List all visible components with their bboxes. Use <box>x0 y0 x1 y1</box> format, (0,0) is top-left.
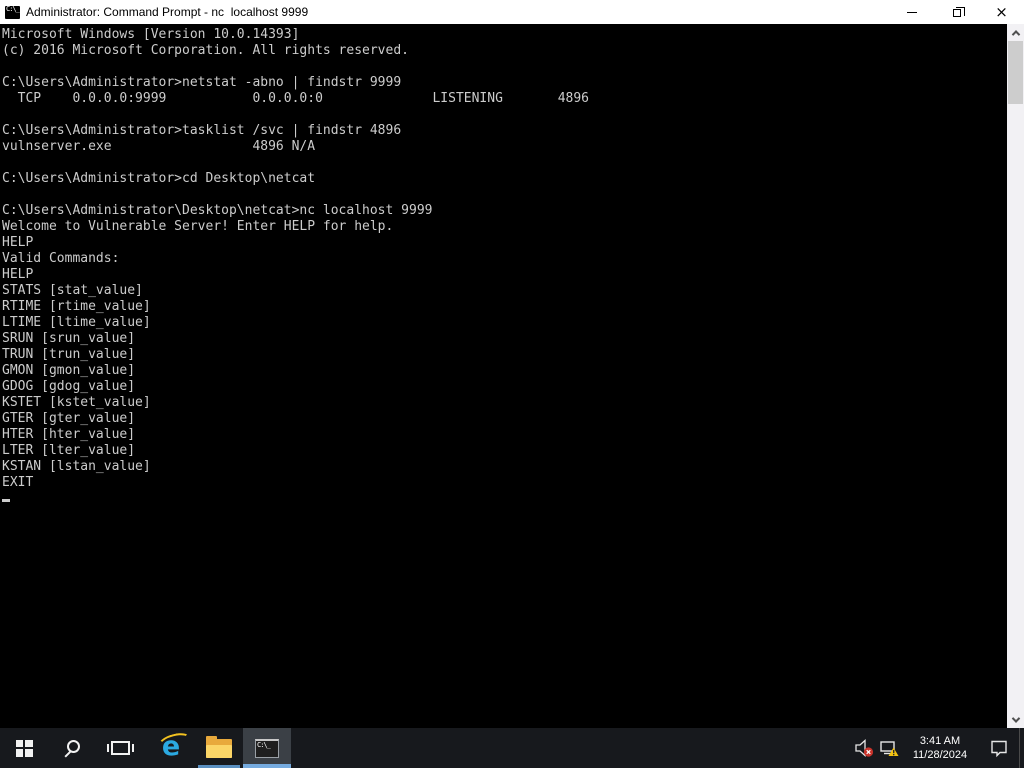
search-button[interactable] <box>48 728 96 768</box>
terminal-line <box>2 155 1007 171</box>
window-titlebar: C:\_ Administrator: Command Prompt - nc … <box>0 0 1024 24</box>
terminal-line: LTIME [ltime_value] <box>2 315 1007 331</box>
system-tray: 3:41 AM 11/28/2024 <box>851 728 1024 768</box>
window-controls: × <box>889 0 1024 24</box>
terminal-line: EXIT <box>2 475 1007 491</box>
vertical-scrollbar[interactable] <box>1007 24 1024 728</box>
terminal-cursor <box>2 499 10 502</box>
terminal-line: HELP <box>2 235 1007 251</box>
terminal-line: KSTET [kstet_value] <box>2 395 1007 411</box>
minimize-button[interactable] <box>889 0 934 24</box>
terminal-line: KSTAN [lstan_value] <box>2 459 1007 475</box>
volume-button[interactable] <box>851 728 876 768</box>
taskbar: e C:\_ 3:41 AM 11/28/2024 <box>0 728 1024 768</box>
terminal-line <box>2 59 1007 75</box>
terminal-cursor-line <box>2 491 1007 507</box>
terminal-line: Valid Commands: <box>2 251 1007 267</box>
close-icon: × <box>995 5 1008 20</box>
chevron-down-icon <box>1011 714 1019 722</box>
terminal-line <box>2 107 1007 123</box>
window-title: Administrator: Command Prompt - nc local… <box>26 5 889 19</box>
command-prompt-icon: C:\_ <box>255 739 279 758</box>
terminal-line: C:\Users\Administrator>cd Desktop\netcat <box>2 171 1007 187</box>
taskbar-item-command-prompt[interactable]: C:\_ <box>243 728 291 768</box>
restore-button[interactable] <box>934 0 979 24</box>
file-explorer-icon <box>206 739 232 758</box>
terminal-line: C:\Users\Administrator\Desktop\netcat>nc… <box>2 203 1007 219</box>
terminal-line: HTER [hter_value] <box>2 427 1007 443</box>
clock-date: 11/28/2024 <box>901 748 979 762</box>
terminal-line: GMON [gmon_value] <box>2 363 1007 379</box>
chevron-up-icon <box>1011 30 1019 38</box>
close-button[interactable]: × <box>979 0 1024 24</box>
terminal-line: LTER [lter_value] <box>2 443 1007 459</box>
taskbar-clock[interactable]: 3:41 AM 11/28/2024 <box>901 734 979 762</box>
action-center-button[interactable] <box>979 728 1019 768</box>
terminal-output[interactable]: Microsoft Windows [Version 10.0.14393](c… <box>2 27 1007 728</box>
terminal-line: vulnserver.exe 4896 N/A <box>2 139 1007 155</box>
network-warning-icon <box>878 737 900 759</box>
terminal-line: (c) 2016 Microsoft Corporation. All righ… <box>2 43 1007 59</box>
terminal-line: SRUN [srun_value] <box>2 331 1007 347</box>
terminal-line: Welcome to Vulnerable Server! Enter HELP… <box>2 219 1007 235</box>
internet-explorer-icon: e <box>162 733 180 760</box>
scroll-down-button[interactable] <box>1007 711 1024 728</box>
terminal-line: C:\Users\Administrator>tasklist /svc | f… <box>2 123 1007 139</box>
cmd-icon[interactable]: C:\_ <box>5 6 20 19</box>
taskbar-item-internet-explorer[interactable]: e <box>147 728 195 768</box>
search-icon <box>67 740 80 753</box>
taskbar-spacer <box>291 728 851 768</box>
show-desktop-button[interactable] <box>1019 728 1024 768</box>
terminal-line: HELP <box>2 267 1007 283</box>
terminal-line: GTER [gter_value] <box>2 411 1007 427</box>
console-window[interactable]: Microsoft Windows [Version 10.0.14393](c… <box>0 24 1024 728</box>
volume-muted-icon <box>853 737 875 759</box>
restore-icon <box>953 9 961 17</box>
terminal-line: TRUN [trun_value] <box>2 347 1007 363</box>
taskbar-item-file-explorer[interactable] <box>195 728 243 768</box>
terminal-line: Microsoft Windows [Version 10.0.14393] <box>2 27 1007 43</box>
terminal-line: C:\Users\Administrator>netstat -abno | f… <box>2 75 1007 91</box>
scrollbar-thumb[interactable] <box>1008 41 1023 104</box>
terminal-line <box>2 187 1007 203</box>
task-view-button[interactable] <box>96 728 144 768</box>
terminal-line: RTIME [rtime_value] <box>2 299 1007 315</box>
start-button[interactable] <box>0 728 48 768</box>
terminal-line: STATS [stat_value] <box>2 283 1007 299</box>
terminal-line: GDOG [gdog_value] <box>2 379 1007 395</box>
action-center-icon <box>988 737 1010 759</box>
network-button[interactable] <box>876 728 901 768</box>
minimize-icon <box>907 12 917 13</box>
clock-time: 3:41 AM <box>901 734 979 748</box>
scroll-up-button[interactable] <box>1007 24 1024 41</box>
task-view-icon <box>111 741 130 755</box>
terminal-line: TCP 0.0.0.0:9999 0.0.0.0:0 LISTENING 489… <box>2 91 1007 107</box>
windows-logo-icon <box>16 740 33 757</box>
